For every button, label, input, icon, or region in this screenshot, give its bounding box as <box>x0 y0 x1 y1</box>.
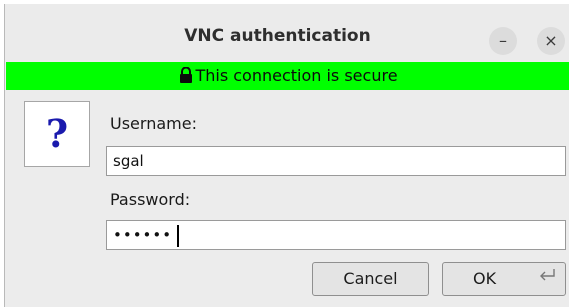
question-icon: ? <box>45 111 69 156</box>
lock-icon <box>180 67 193 83</box>
cancel-button[interactable]: Cancel <box>312 262 429 296</box>
titlebar: VNC authentication – × <box>5 4 569 61</box>
password-label: Password: <box>110 190 191 209</box>
username-label: Username: <box>110 114 197 133</box>
minimize-icon: – <box>499 31 507 50</box>
username-input[interactable] <box>106 146 566 176</box>
password-input[interactable] <box>106 220 566 250</box>
secure-connection-banner: This connection is secure <box>6 62 569 90</box>
enter-key-icon <box>540 269 555 281</box>
vnc-auth-dialog: VNC authentication – × This connection i… <box>4 4 569 307</box>
minimize-button[interactable]: – <box>489 27 517 55</box>
window-title: VNC authentication <box>184 26 371 46</box>
ok-button-label: OK <box>473 269 497 288</box>
close-button[interactable]: × <box>537 27 565 55</box>
close-icon: × <box>544 31 558 50</box>
ok-button[interactable]: OK <box>442 262 566 296</box>
cancel-button-label: Cancel <box>343 269 398 288</box>
banner-text: This connection is secure <box>195 66 398 85</box>
text-caret <box>177 225 179 247</box>
question-icon-box: ? <box>24 101 90 167</box>
